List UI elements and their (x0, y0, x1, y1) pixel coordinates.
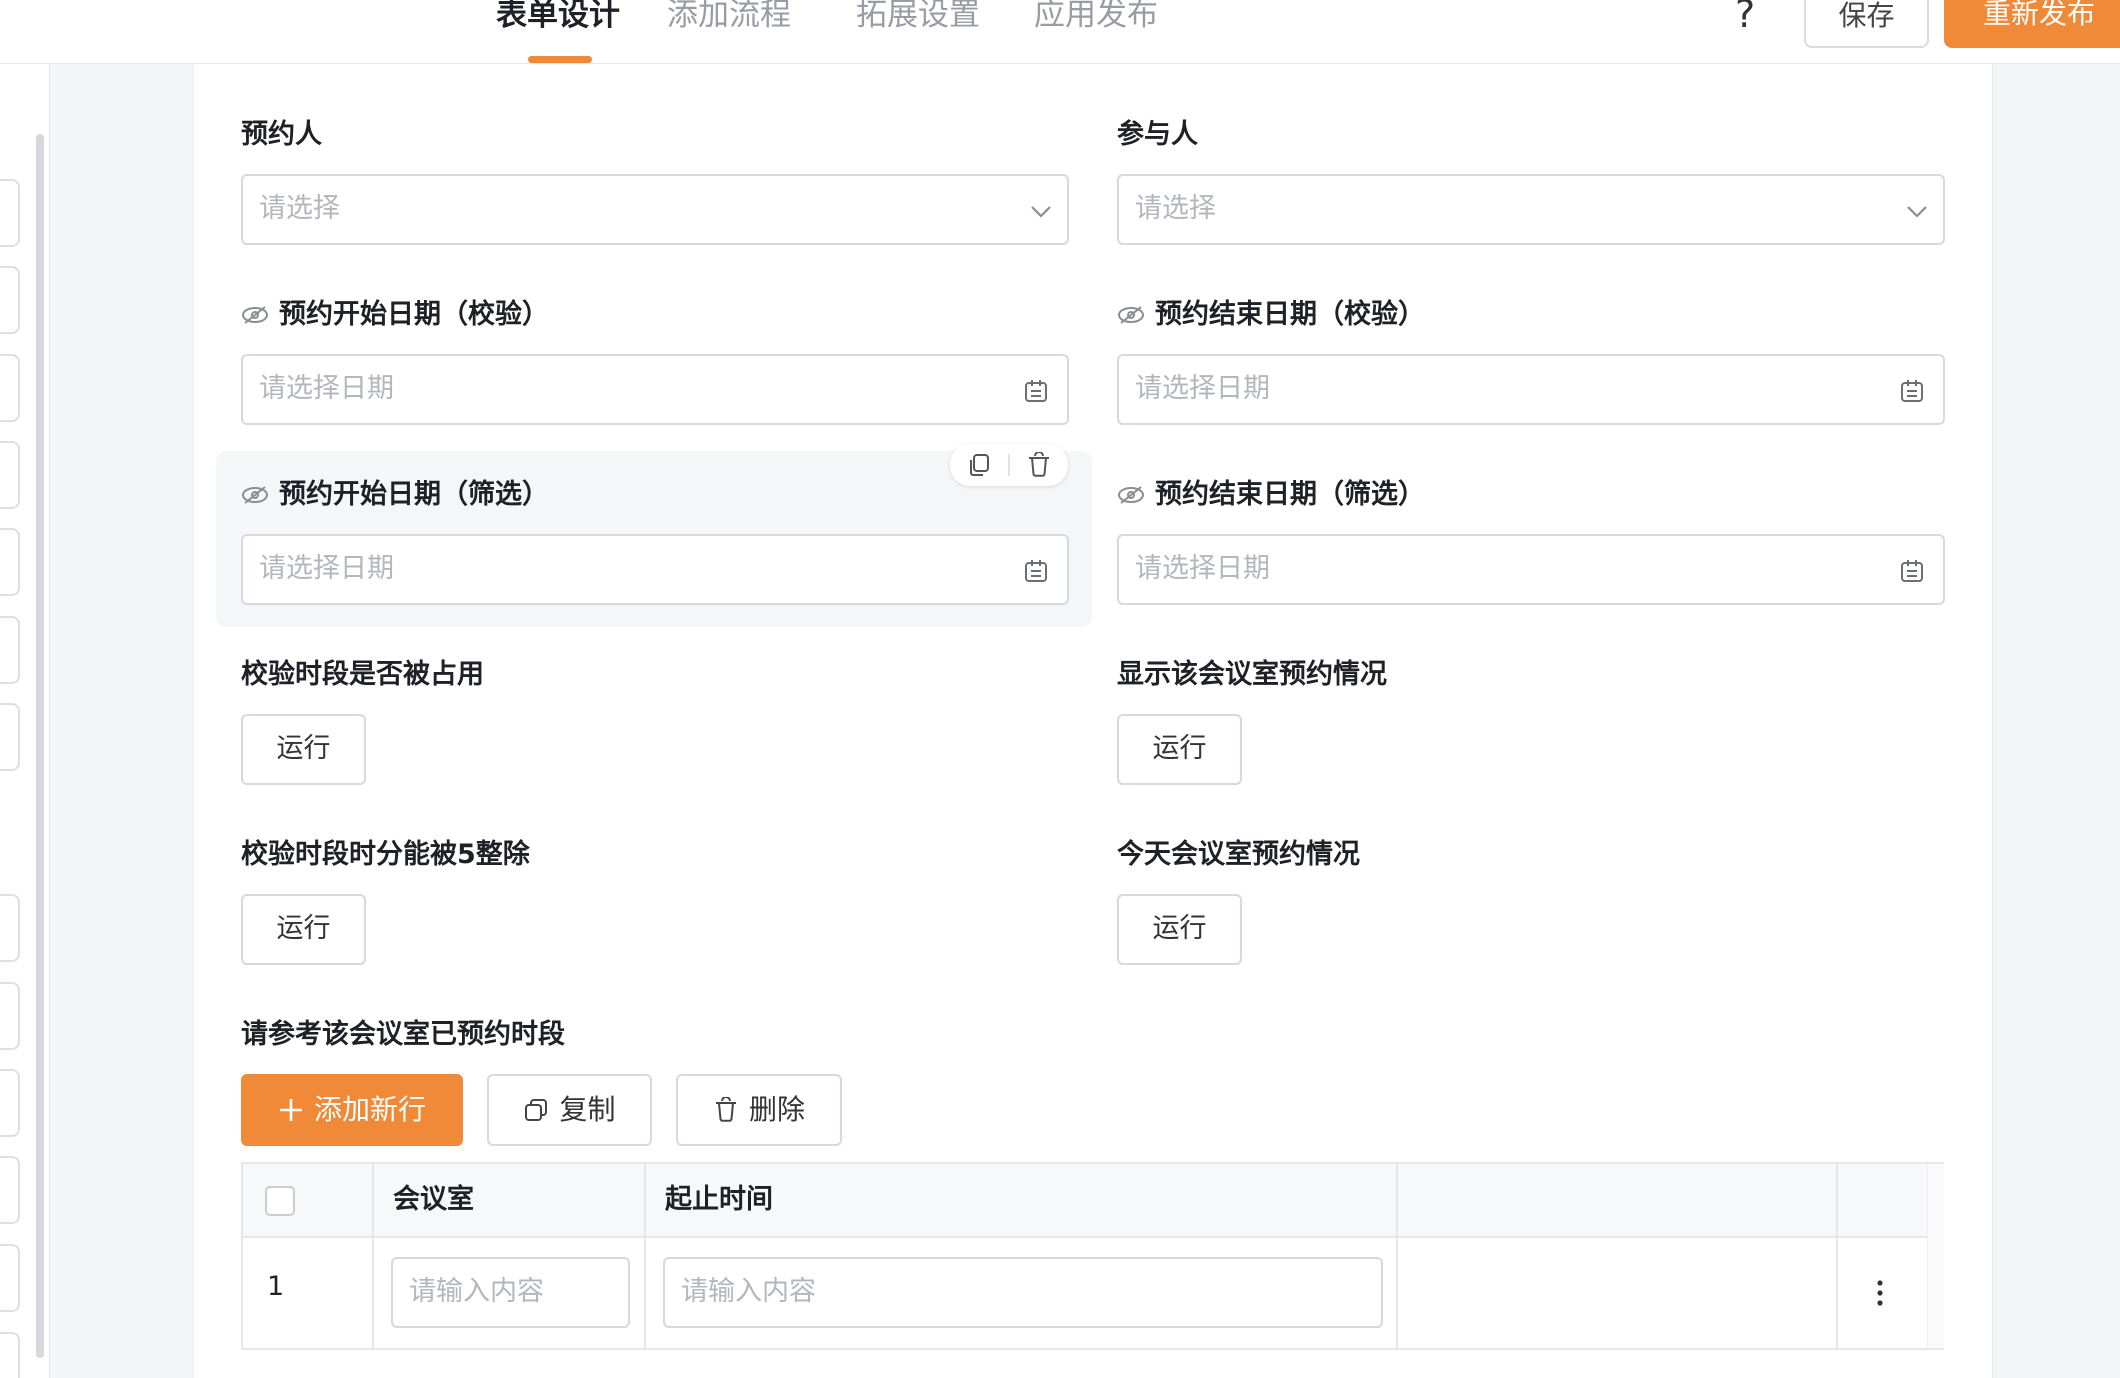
start-date-filter-label: 预约开始日期（筛选） (241, 478, 549, 512)
calendar-icon (1025, 560, 1047, 582)
end-date-filter-label: 预约结束日期（筛选） (1117, 478, 1425, 512)
start-date-check-text: 预约开始日期（校验） (279, 299, 549, 330)
copy-row-button[interactable]: 复制 (487, 1074, 652, 1146)
plus-icon (279, 1099, 302, 1121)
eye-off-icon (242, 486, 268, 504)
toolbar-divider (1008, 454, 1010, 476)
left-panel-item[interactable] (0, 1332, 20, 1378)
booker-placeholder: 请选择 (259, 193, 340, 224)
end-date-filter-text: 预约结束日期（筛选） (1155, 479, 1425, 510)
start-date-check-input[interactable]: 请选择日期 (241, 354, 1069, 425)
end-date-check-placeholder: 请选择日期 (1135, 373, 1270, 404)
column-divider (1836, 1164, 1838, 1348)
top-bar: 表单设计 添加流程 拓展设置 应用发布 ? 保存 重新发布 (0, 0, 2120, 64)
today-bookings-run-button[interactable]: 运行 (1117, 894, 1242, 965)
subtable: 会议室 起止时间 1 请输入内容 请输入内容 (241, 1162, 1944, 1350)
delete-row-label: 删除 (748, 1093, 805, 1126)
select-all-checkbox[interactable] (265, 1186, 295, 1216)
start-date-filter-placeholder: 请选择日期 (259, 553, 394, 584)
trash-icon[interactable] (1026, 452, 1052, 478)
eye-off-icon (242, 306, 268, 324)
subtable-header: 会议室 起止时间 (243, 1164, 1927, 1238)
today-bookings-label: 今天会议室预约情况 (1117, 839, 1360, 870)
calendar-icon (1901, 380, 1923, 402)
column-divider (644, 1164, 646, 1348)
left-panel-item[interactable] (0, 179, 20, 247)
help-icon[interactable]: ? (1735, 0, 1755, 34)
chevron-down-icon (1031, 206, 1051, 218)
chevron-down-icon (1907, 206, 1927, 218)
calendar-icon (1901, 560, 1923, 582)
left-panel-item[interactable] (0, 616, 20, 684)
participants-select[interactable]: 请选择 (1117, 174, 1945, 245)
start-date-check-placeholder: 请选择日期 (259, 373, 394, 404)
row-index: 1 (267, 1271, 285, 1302)
column-header-time: 起止时间 (665, 1184, 773, 1215)
left-panel-item[interactable] (0, 982, 20, 1050)
end-date-check-label: 预约结束日期（校验） (1117, 298, 1425, 332)
end-date-check-text: 预约结束日期（校验） (1155, 299, 1425, 330)
booker-select[interactable]: 请选择 (241, 174, 1069, 245)
add-row-button[interactable]: 添加新行 (241, 1074, 463, 1146)
trash-icon (715, 1097, 736, 1122)
field-toolbar (950, 444, 1068, 486)
participants-placeholder: 请选择 (1135, 193, 1216, 224)
copy-icon (525, 1099, 548, 1121)
room-input[interactable]: 请输入内容 (391, 1257, 630, 1328)
left-panel-item[interactable] (0, 1156, 20, 1224)
check-divisible-label: 校验时段时分能被5整除 (241, 839, 530, 870)
more-vertical-icon[interactable] (1877, 1280, 1883, 1306)
save-button[interactable]: 保存 (1804, 0, 1929, 48)
left-panel-item[interactable] (0, 1069, 20, 1137)
column-header-room: 会议室 (393, 1184, 474, 1215)
subtable-scrollbar[interactable] (1927, 1164, 1944, 1348)
left-panel-item[interactable] (0, 894, 20, 962)
time-range-input-placeholder: 请输入内容 (681, 1276, 816, 1307)
copy-icon[interactable] (966, 452, 992, 478)
calendar-icon (1025, 380, 1047, 402)
left-panel (0, 64, 50, 1378)
column-divider (372, 1164, 374, 1348)
end-date-filter-placeholder: 请选择日期 (1135, 553, 1270, 584)
check-occupied-run-button[interactable]: 运行 (241, 714, 366, 785)
active-tab-indicator (528, 56, 592, 63)
start-date-filter-input[interactable]: 请选择日期 (241, 534, 1069, 605)
tab-form-design[interactable]: 表单设计 (496, 0, 620, 56)
left-panel-item[interactable] (0, 703, 20, 771)
left-panel-item[interactable] (0, 354, 20, 422)
republish-button[interactable]: 重新发布 (1944, 0, 2120, 48)
end-date-filter-input[interactable]: 请选择日期 (1117, 534, 1945, 605)
check-occupied-label: 校验时段是否被占用 (241, 659, 484, 690)
delete-row-button[interactable]: 删除 (676, 1074, 842, 1146)
booker-label: 预约人 (241, 119, 322, 150)
column-divider (1396, 1164, 1398, 1348)
show-room-bookings-label: 显示该会议室预约情况 (1117, 659, 1387, 690)
participants-label: 参与人 (1117, 119, 1198, 150)
left-panel-item[interactable] (0, 266, 20, 334)
left-panel-item[interactable] (0, 1244, 20, 1312)
eye-off-icon (1118, 486, 1144, 504)
show-room-bookings-run-button[interactable]: 运行 (1117, 714, 1242, 785)
add-row-label: 添加新行 (313, 1093, 426, 1126)
tab-extension-settings[interactable]: 拓展设置 (856, 0, 980, 56)
end-date-check-input[interactable]: 请选择日期 (1117, 354, 1945, 425)
left-scrollbar[interactable] (36, 134, 44, 1358)
tab-add-process[interactable]: 添加流程 (667, 0, 791, 56)
check-divisible-run-button[interactable]: 运行 (241, 894, 366, 965)
eye-off-icon (1118, 306, 1144, 324)
left-panel-item[interactable] (0, 528, 20, 596)
copy-row-label: 复制 (559, 1093, 616, 1126)
tab-app-publish[interactable]: 应用发布 (1034, 0, 1158, 56)
subtable-label: 请参考该会议室已预约时段 (241, 1019, 565, 1050)
start-date-filter-text: 预约开始日期（筛选） (279, 479, 549, 510)
room-input-placeholder: 请输入内容 (409, 1276, 544, 1307)
start-date-check-label: 预约开始日期（校验） (241, 298, 549, 332)
time-range-input[interactable]: 请输入内容 (663, 1257, 1383, 1328)
left-panel-item[interactable] (0, 441, 20, 509)
